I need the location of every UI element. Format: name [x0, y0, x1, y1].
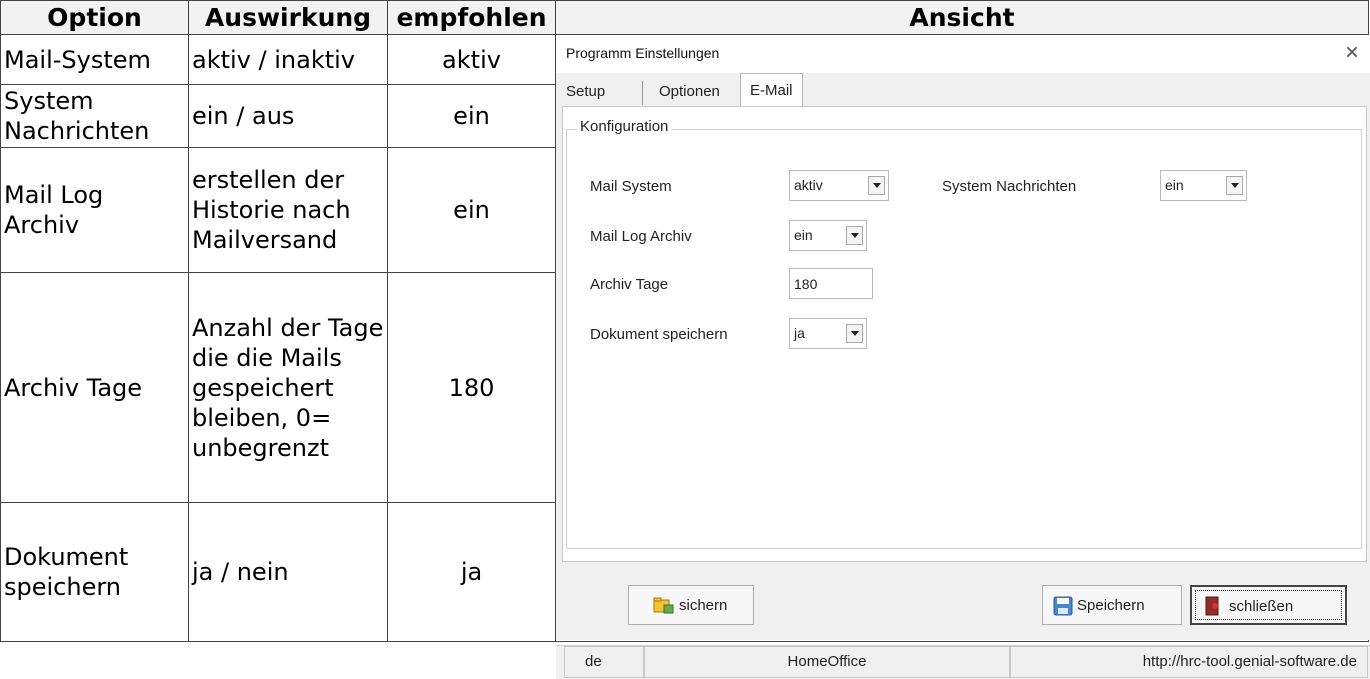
dokument-speichern-select[interactable]: ja — [789, 318, 867, 349]
system-nachrichten-value: ein — [1165, 177, 1184, 193]
cell-option: Archiv Tage — [0, 272, 189, 503]
cell-empfohlen: ein — [387, 147, 556, 273]
cell-auswirkung: ein / aus — [188, 84, 388, 148]
konfiguration-group: Konfiguration Mail System aktiv System N… — [566, 118, 1362, 549]
cell-empfohlen: aktiv — [387, 34, 556, 85]
archiv-tage-input[interactable] — [792, 270, 870, 298]
system-nachrichten-select[interactable]: ein — [1160, 170, 1247, 201]
chevron-down-icon[interactable] — [846, 226, 863, 245]
archiv-tage-field[interactable] — [789, 268, 873, 299]
close-icon[interactable]: × — [1345, 39, 1359, 67]
mail-log-archiv-label: Mail Log Archiv — [590, 228, 692, 245]
archiv-tage-label: Archiv Tage — [590, 276, 669, 293]
header-auswirkung: Auswirkung — [188, 0, 388, 35]
dialog-title: Programm Einstellungen — [566, 45, 720, 61]
mail-log-archiv-value: ein — [794, 227, 813, 243]
status-language: de — [564, 646, 644, 678]
chevron-down-icon[interactable] — [1226, 176, 1243, 195]
speichern-button[interactable]: Speichern — [1042, 585, 1182, 625]
exit-door-icon — [1205, 596, 1219, 616]
speichern-label: Speichern — [1077, 597, 1145, 614]
sichern-label: sichern — [679, 597, 728, 614]
tab-optionen[interactable]: Optionen — [659, 77, 720, 106]
cell-auswirkung: ja / nein — [188, 502, 388, 642]
schliessen-label: schließen — [1229, 598, 1294, 615]
cell-option: Mail Log Archiv — [0, 147, 189, 273]
mail-system-value: aktiv — [794, 177, 823, 193]
ansicht-cell: Programm Einstellungen × Setup Optionen … — [555, 34, 1370, 679]
tab-setup[interactable]: Setup — [566, 77, 605, 106]
chevron-down-icon[interactable] — [846, 324, 863, 343]
header-ansicht: Ansicht — [555, 0, 1369, 35]
cell-empfohlen: ein — [387, 84, 556, 148]
group-label: Konfiguration — [577, 118, 672, 135]
cell-option: Dokument speichern — [0, 502, 189, 642]
options-table: Option Auswirkung empfohlen Ansicht Mail… — [0, 0, 1370, 679]
settings-dialog: Programm Einstellungen × Setup Optionen … — [556, 35, 1370, 679]
tab-email[interactable]: E-Mail — [740, 73, 803, 107]
cell-auswirkung: aktiv / inaktiv — [188, 34, 388, 85]
header-empfohlen: empfohlen — [387, 0, 556, 35]
dokument-speichern-label: Dokument speichern — [590, 326, 728, 343]
backup-folder-icon — [653, 597, 674, 614]
cell-empfohlen: ja — [387, 502, 556, 642]
cell-option: System Nachrichten — [0, 84, 189, 148]
status-workspace: HomeOffice — [644, 646, 1010, 678]
cell-auswirkung: Anzahl der Tage die die Mails gespeicher… — [188, 272, 388, 503]
cell-empfohlen: 180 — [387, 272, 556, 503]
header-option: Option — [0, 0, 189, 35]
cell-option: Mail-System — [0, 34, 189, 85]
schliessen-button[interactable]: schließen — [1190, 585, 1347, 625]
chevron-down-icon[interactable] — [868, 176, 885, 195]
sichern-button[interactable]: sichern — [628, 585, 754, 625]
floppy-disk-icon — [1053, 596, 1073, 616]
table-header-row: Option Auswirkung empfohlen Ansicht — [0, 0, 1369, 35]
table-row: Mail-System aktiv / inaktiv aktiv Progra… — [0, 34, 1370, 679]
system-nachrichten-label: System Nachrichten — [942, 178, 1077, 195]
dialog-titlebar: Programm Einstellungen × — [556, 35, 1370, 73]
mail-log-archiv-select[interactable]: ein — [789, 220, 867, 251]
dokument-speichern-value: ja — [794, 325, 805, 341]
tab-divider — [642, 81, 643, 105]
status-bar: de HomeOffice http://hrc-tool.genial-sof… — [556, 645, 1370, 679]
email-tab-panel: Konfiguration Mail System aktiv System N… — [562, 106, 1367, 562]
status-url: http://hrc-tool.genial-software.de — [1010, 646, 1368, 678]
mail-system-label: Mail System — [590, 178, 672, 195]
mail-system-select[interactable]: aktiv — [789, 170, 889, 201]
cell-auswirkung: erstellen der Historie nach Mailversand — [188, 147, 388, 273]
